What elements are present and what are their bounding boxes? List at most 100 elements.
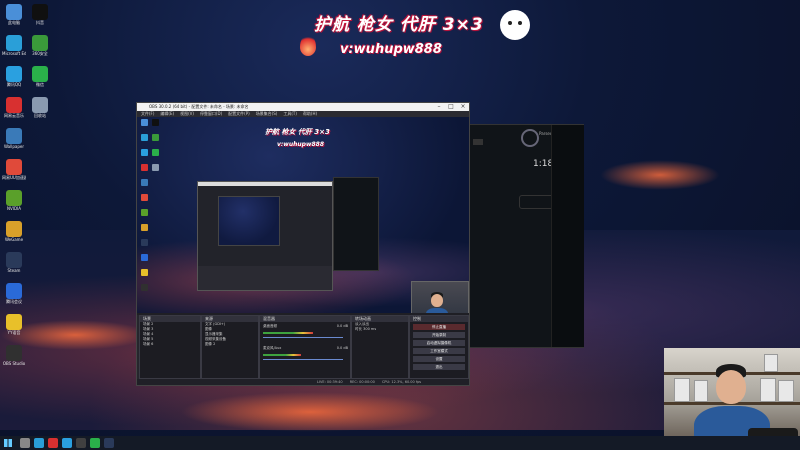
app-icon bbox=[6, 221, 22, 237]
control-button[interactable]: 启动虚拟摄像机 bbox=[413, 340, 465, 346]
obs-titlebar[interactable]: OBS 30.0.2 (64 bit) - 配置文件: 未命名 - 场景: 未命… bbox=[137, 103, 469, 111]
preview-app-icon bbox=[141, 254, 148, 261]
desktop-icon-label: 腾讯会议 bbox=[6, 299, 22, 304]
app-icon bbox=[6, 66, 22, 82]
nested-obs-preview bbox=[197, 181, 333, 291]
app-icon bbox=[6, 159, 22, 175]
duration-label: 时长 bbox=[355, 327, 362, 331]
rec-status: REC: 00:00:00 bbox=[349, 380, 375, 384]
obs-menu-item[interactable]: 场景集合(S) bbox=[256, 111, 278, 116]
desktop-icon[interactable]: YY语音 bbox=[2, 314, 26, 344]
maximize-icon[interactable]: □ bbox=[445, 103, 457, 111]
preview-app-icon bbox=[152, 119, 159, 126]
volume-slider[interactable] bbox=[263, 359, 343, 360]
phone-mirror-window[interactable]: Parsec 1:18 bbox=[468, 124, 584, 348]
control-button[interactable]: 退出 bbox=[413, 364, 465, 370]
desktop-icon-label: 此电脑 bbox=[8, 20, 20, 25]
desktop-icon-label: Microsoft Edge bbox=[2, 51, 26, 56]
control-button[interactable]: 设置 bbox=[413, 356, 465, 362]
preview-phone-window bbox=[333, 177, 379, 271]
desktop-icon-label: 360安全 bbox=[32, 51, 48, 56]
obs-menu-item[interactable]: 编辑(E) bbox=[160, 111, 174, 116]
mixer-track-label: 麦克风/Aux bbox=[263, 346, 282, 350]
controls-title: 控制 bbox=[410, 316, 468, 322]
control-button[interactable]: 停止直播 bbox=[413, 324, 465, 330]
mixer-db-value: 0.0 dB bbox=[336, 324, 348, 328]
wallpaper-glow bbox=[180, 392, 440, 432]
preview-app-icon bbox=[141, 179, 148, 186]
app-icon bbox=[32, 35, 48, 51]
desktop-icon[interactable]: Steam bbox=[2, 252, 26, 282]
stream-banner: 护航 枪女 代肝 3×3 v:wuhupw888 bbox=[300, 6, 540, 66]
preview-app-icon bbox=[141, 224, 148, 231]
app-icon bbox=[6, 4, 22, 20]
mixer-track-label: 桌面音频 bbox=[263, 324, 277, 328]
wechat-icon[interactable] bbox=[90, 438, 100, 448]
duration-value[interactable]: 300 ms bbox=[363, 327, 376, 331]
desktop-icon[interactable]: WeGame bbox=[2, 221, 26, 251]
app-icon bbox=[6, 128, 22, 144]
obs-menu-item[interactable]: 工具(T) bbox=[283, 111, 297, 116]
sources-panel[interactable]: 来源 文字 (GDI+) 图像 显示器采集 视频采集设备 图像 2 bbox=[201, 315, 259, 379]
obs-menu-item[interactable]: 配置文件(P) bbox=[228, 111, 250, 116]
preview-desktop-icons bbox=[141, 119, 181, 299]
controls-panel[interactable]: 控制 停止直播开始录制启动虚拟摄像机 工作室模式设置退出 bbox=[409, 315, 469, 379]
obs-preview[interactable]: 护航 枪女 代肝 3×3 v:wuhupw888 bbox=[137, 117, 469, 313]
obs-statusbar: LIVE: 00:39:40 REC: 00:00:00 CPU: 12.3%,… bbox=[137, 379, 469, 385]
desktop-icon[interactable]: OBS Studio bbox=[2, 345, 26, 375]
preview-app-icon bbox=[141, 209, 148, 216]
preview-app-icon bbox=[141, 194, 148, 201]
desktop-icon[interactable]: Microsoft Edge bbox=[2, 35, 26, 65]
close-icon[interactable]: × bbox=[457, 103, 469, 111]
scene-item[interactable]: 场景 6 bbox=[140, 342, 200, 347]
transitions-panel[interactable]: 转场动画 淡入淡出 时长 300 ms bbox=[351, 315, 409, 379]
preview-banner-contact: v:wuhupw888 bbox=[277, 141, 325, 148]
netease-icon[interactable] bbox=[48, 438, 58, 448]
desktop-icon[interactable]: 回收站 bbox=[28, 97, 52, 127]
obs-icon[interactable] bbox=[76, 438, 86, 448]
desktop-icon-label: NVIDIA bbox=[7, 206, 21, 211]
source-item[interactable]: 图像 2 bbox=[202, 342, 258, 347]
app-icon bbox=[6, 35, 22, 51]
desktop-icon[interactable]: 网易UU加速器 bbox=[2, 159, 26, 189]
minimize-icon[interactable]: – bbox=[433, 103, 445, 111]
desktop-icon[interactable]: 此电脑 bbox=[2, 4, 26, 34]
banner-contact: v:wuhupw888 bbox=[340, 42, 442, 57]
obs-title: OBS 30.0.2 (64 bit) - 配置文件: 未命名 - 场景: 未命… bbox=[149, 104, 249, 109]
app-tab[interactable] bbox=[473, 139, 483, 145]
desktop-icon[interactable]: NVIDIA bbox=[2, 190, 26, 220]
qq-icon[interactable] bbox=[62, 438, 72, 448]
preview-banner-headline: 护航 枪女 代肝 3×3 bbox=[265, 128, 330, 136]
obs-menu-item[interactable]: 文件(F) bbox=[141, 111, 154, 116]
desktop-icon[interactable]: Wallpaper bbox=[2, 128, 26, 158]
live-status: LIVE: 00:39:40 bbox=[317, 380, 343, 384]
preview-app-icon bbox=[141, 239, 148, 246]
control-button[interactable]: 工作室模式 bbox=[413, 348, 465, 354]
mixer-panel[interactable]: 混音器 桌面音频 0.0 dB 麦克风/Aux 0.0 dB bbox=[259, 315, 351, 379]
desktop-icon[interactable]: 微信 bbox=[28, 66, 52, 96]
desktop-icon-label: 抖音 bbox=[36, 20, 44, 25]
desktop-icon-label: Steam bbox=[7, 268, 21, 273]
control-button[interactable]: 开始录制 bbox=[413, 332, 465, 338]
volume-slider[interactable] bbox=[263, 337, 343, 338]
app-icon bbox=[32, 66, 48, 82]
desktop-icon[interactable]: 腾讯会议 bbox=[2, 283, 26, 313]
start-icon[interactable] bbox=[4, 439, 12, 447]
edge-icon[interactable] bbox=[34, 438, 44, 448]
steam-icon[interactable] bbox=[104, 438, 114, 448]
obs-window[interactable]: OBS 30.0.2 (64 bit) - 配置文件: 未命名 - 场景: 未命… bbox=[136, 102, 470, 386]
preview-webcam bbox=[411, 281, 469, 313]
desktop-icon[interactable]: 腾讯QQ bbox=[2, 66, 26, 96]
app-icon bbox=[6, 345, 22, 361]
desktop-icon[interactable]: 抖音 bbox=[28, 4, 52, 34]
desktop-icon[interactable]: 360安全 bbox=[28, 35, 52, 65]
mixer-db-value: 0.0 dB bbox=[336, 346, 348, 350]
obs-menu-item[interactable]: 帮助(H) bbox=[303, 111, 317, 116]
obs-menu-item[interactable]: 停靠窗口(D) bbox=[200, 111, 222, 116]
obs-menu-item[interactable]: 视图(V) bbox=[180, 111, 194, 116]
search-icon[interactable] bbox=[20, 438, 30, 448]
desktop-icon[interactable]: 网易云音乐 bbox=[2, 97, 26, 127]
scenes-panel[interactable]: 场景 场景 2 场景 3 场景 4 场景 5 场景 6 bbox=[139, 315, 201, 379]
wallpaper-glow bbox=[600, 160, 720, 190]
desktop-icon-label: 回收站 bbox=[34, 113, 46, 118]
